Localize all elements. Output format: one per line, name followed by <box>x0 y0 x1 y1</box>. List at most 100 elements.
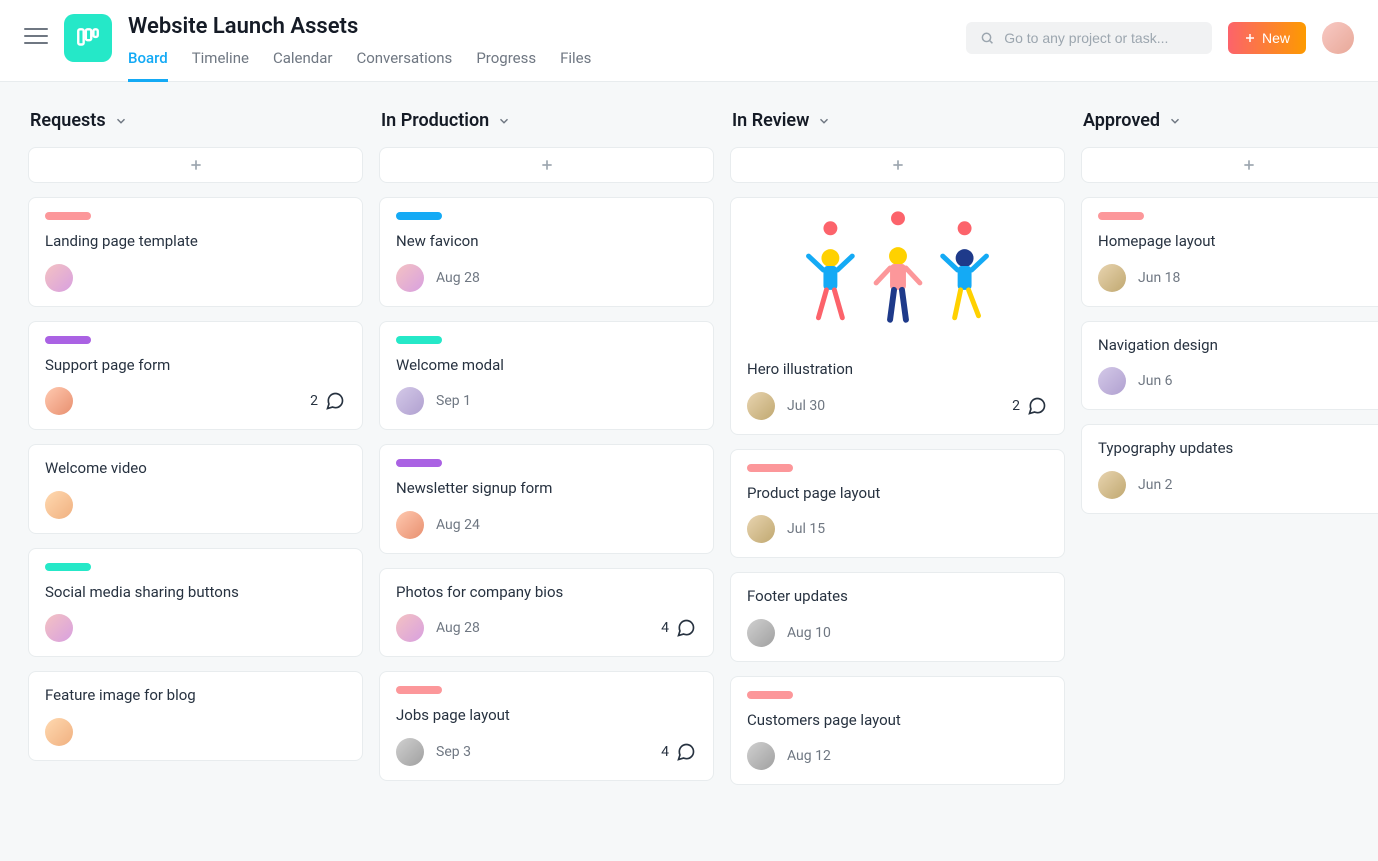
avatar[interactable] <box>1098 264 1126 292</box>
avatar[interactable] <box>1098 367 1126 395</box>
new-button[interactable]: New <box>1228 22 1306 54</box>
add-card-button[interactable] <box>379 147 714 183</box>
task-card[interactable]: Newsletter signup form Aug 24 <box>379 444 714 554</box>
avatar[interactable] <box>45 387 73 415</box>
task-card[interactable]: Social media sharing buttons <box>28 548 363 658</box>
card-tag <box>1098 212 1144 220</box>
card-date: Jun 18 <box>1138 270 1180 286</box>
comment-icon <box>1026 396 1048 416</box>
card-title: Feature image for blog <box>45 686 346 706</box>
avatar[interactable] <box>396 264 424 292</box>
plus-icon <box>1241 157 1257 173</box>
task-card[interactable]: Typography updates Jun 2 <box>1081 424 1378 514</box>
card-title: Welcome video <box>45 459 346 479</box>
card-title: Hero illustration <box>747 360 1048 380</box>
avatar[interactable] <box>45 718 73 746</box>
column: Approved Homepage layout Jun 18 Navigatio… <box>1081 106 1378 837</box>
add-card-button[interactable] <box>730 147 1065 183</box>
avatar[interactable] <box>396 387 424 415</box>
comment-icon <box>324 391 346 411</box>
task-card[interactable]: Footer updates Aug 10 <box>730 572 1065 662</box>
tab-files[interactable]: Files <box>560 49 591 82</box>
task-card[interactable]: Jobs page layout Sep 3 4 <box>379 671 714 781</box>
task-card[interactable]: Welcome video <box>28 444 363 534</box>
tab-board[interactable]: Board <box>128 49 168 82</box>
avatar[interactable] <box>747 619 775 647</box>
column: Requests Landing page template Support pa… <box>28 106 363 837</box>
task-card[interactable]: Homepage layout Jun 18 <box>1081 197 1378 307</box>
card-footer <box>45 614 346 642</box>
tab-calendar[interactable]: Calendar <box>273 49 333 82</box>
task-card[interactable]: Customers page layout Aug 12 <box>730 676 1065 786</box>
avatar[interactable] <box>747 515 775 543</box>
comment-icon <box>675 742 697 762</box>
task-card[interactable]: Navigation design Jun 6 <box>1081 321 1378 411</box>
card-tag <box>45 336 91 344</box>
avatar[interactable] <box>747 742 775 770</box>
avatar[interactable] <box>396 614 424 642</box>
task-card[interactable]: Feature image for blog <box>28 671 363 761</box>
card-date: Aug 12 <box>787 748 831 764</box>
add-card-button[interactable] <box>1081 147 1378 183</box>
task-card[interactable]: Photos for company bios Aug 28 4 <box>379 568 714 658</box>
plus-icon <box>890 157 906 173</box>
page-title: Website Launch Assets <box>128 14 950 39</box>
avatar[interactable] <box>747 392 775 420</box>
card-tag <box>396 459 442 467</box>
column: In Review Hero il <box>730 106 1065 837</box>
task-card[interactable]: Product page layout Jul 15 <box>730 449 1065 559</box>
card-date: Aug 10 <box>787 625 831 641</box>
card-footer: Sep 3 4 <box>396 738 697 766</box>
chevron-down-icon <box>114 114 128 128</box>
card-date: Aug 28 <box>436 620 480 636</box>
card-title: New favicon <box>396 232 697 252</box>
card-footer: Aug 10 <box>747 619 1048 647</box>
column-title: In Review <box>732 110 809 131</box>
avatar[interactable] <box>45 264 73 292</box>
card-title: Customers page layout <box>747 711 1048 731</box>
tab-progress[interactable]: Progress <box>476 49 536 82</box>
avatar[interactable] <box>396 511 424 539</box>
avatar[interactable] <box>396 738 424 766</box>
plus-icon <box>1244 32 1256 44</box>
card-title: Homepage layout <box>1098 232 1378 252</box>
chevron-down-icon <box>817 114 831 128</box>
avatar[interactable] <box>1098 471 1126 499</box>
task-card[interactable]: Welcome modal Sep 1 <box>379 321 714 431</box>
comment-count[interactable]: 4 <box>661 618 697 638</box>
add-card-button[interactable] <box>28 147 363 183</box>
comment-count[interactable]: 4 <box>661 742 697 762</box>
tab-conversations[interactable]: Conversations <box>356 49 452 82</box>
card-tag <box>45 212 91 220</box>
new-button-label: New <box>1262 30 1290 46</box>
column-header[interactable]: In Review <box>730 106 1065 133</box>
card-footer <box>45 718 346 746</box>
card-date: Jun 2 <box>1138 477 1173 493</box>
task-card[interactable]: Support page form 2 <box>28 321 363 431</box>
avatar[interactable] <box>45 491 73 519</box>
column-header[interactable]: Approved <box>1081 106 1378 133</box>
column-title: In Production <box>381 110 489 131</box>
plus-icon <box>188 157 204 173</box>
task-card[interactable]: Landing page template <box>28 197 363 307</box>
card-title: Typography updates <box>1098 439 1378 459</box>
task-card[interactable]: Hero illustration Jul 30 2 <box>730 197 1065 435</box>
search-box[interactable] <box>966 22 1212 54</box>
comment-count[interactable]: 2 <box>310 391 346 411</box>
search-input[interactable] <box>1004 30 1198 46</box>
column-title: Requests <box>30 110 106 131</box>
column-header[interactable]: Requests <box>28 106 363 133</box>
column-title: Approved <box>1083 110 1160 131</box>
task-card[interactable]: New favicon Aug 28 <box>379 197 714 307</box>
card-title: Jobs page layout <box>396 706 697 726</box>
avatar[interactable] <box>45 614 73 642</box>
avatar[interactable] <box>1322 22 1354 54</box>
tab-timeline[interactable]: Timeline <box>192 49 249 82</box>
menu-icon[interactable] <box>24 24 48 48</box>
column-header[interactable]: In Production <box>379 106 714 133</box>
comment-count[interactable]: 2 <box>1012 396 1048 416</box>
card-date: Jul 15 <box>787 521 825 537</box>
card-footer: Sep 1 <box>396 387 697 415</box>
column: In Production New favicon Aug 28 Welcome … <box>379 106 714 837</box>
card-footer: Jun 2 <box>1098 471 1378 499</box>
